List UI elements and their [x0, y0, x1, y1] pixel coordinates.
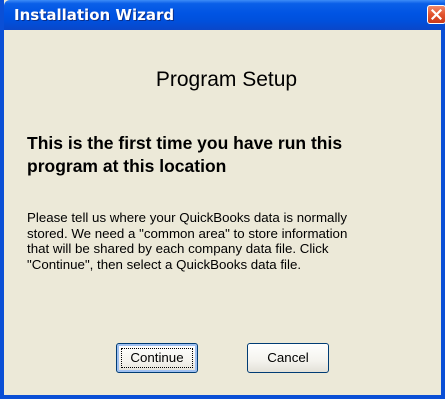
continue-button[interactable]: Continue [116, 343, 198, 373]
window-title: Installation Wizard [14, 6, 175, 24]
first-run-message-line-2: program at this location [27, 156, 227, 176]
dialog-content: Program Setup This is the first time you… [8, 30, 445, 395]
instructions-line-3: that will be shared by each company data… [27, 241, 329, 256]
instructions-line-1: Please tell us where your QuickBooks dat… [27, 210, 348, 225]
installation-wizard-window: Installation Wizard Program Setup This i… [0, 0, 445, 399]
instructions-line-4: "Continue", then select a QuickBooks dat… [27, 256, 302, 272]
title-bar[interactable]: Installation Wizard [4, 0, 445, 30]
cancel-button-label: Cancel [267, 350, 309, 365]
focus-indicator [121, 348, 193, 368]
first-run-message-line-1: This is the first time you have run this [27, 133, 343, 153]
first-run-message: This is the first time you have run this… [27, 132, 427, 178]
close-icon [431, 9, 442, 20]
close-button[interactable] [427, 5, 445, 24]
instructions-text: Please tell us where your QuickBooks dat… [27, 210, 439, 272]
page-title: Program Setup [155, 68, 298, 91]
instructions-line-2: stored. We need a "common area" to store… [27, 225, 348, 241]
cancel-button[interactable]: Cancel [247, 343, 329, 373]
